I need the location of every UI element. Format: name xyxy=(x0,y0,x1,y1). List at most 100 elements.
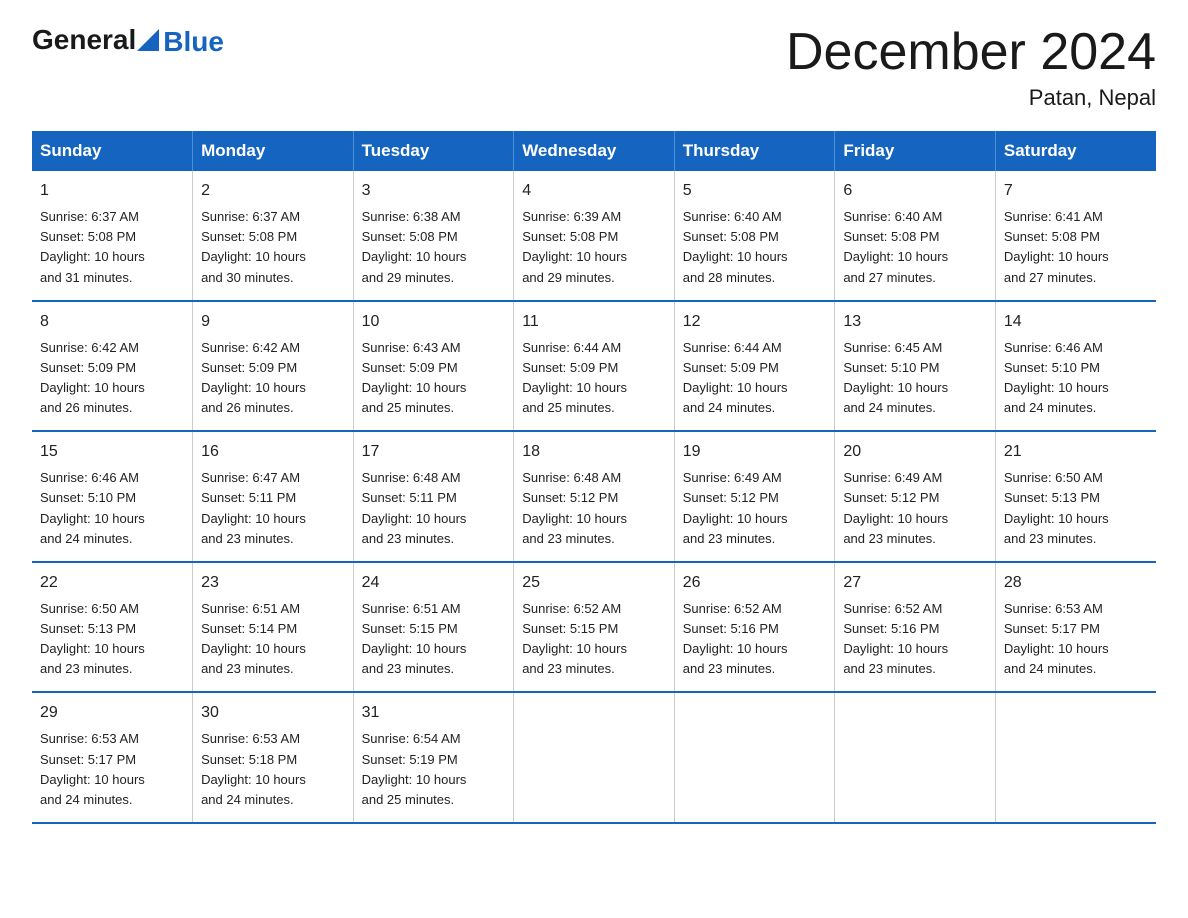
day-number: 7 xyxy=(1004,179,1148,203)
col-header-monday: Monday xyxy=(193,131,354,171)
calendar-cell xyxy=(514,692,675,823)
day-info: Sunrise: 6:44 AMSunset: 5:09 PMDaylight:… xyxy=(683,338,827,419)
col-header-friday: Friday xyxy=(835,131,996,171)
day-info: Sunrise: 6:52 AMSunset: 5:15 PMDaylight:… xyxy=(522,599,666,680)
calendar-cell: 28 Sunrise: 6:53 AMSunset: 5:17 PMDayligh… xyxy=(995,562,1156,693)
calendar-cell: 6 Sunrise: 6:40 AMSunset: 5:08 PMDaylight… xyxy=(835,171,996,301)
col-header-wednesday: Wednesday xyxy=(514,131,675,171)
day-number: 4 xyxy=(522,179,666,203)
calendar-header-row: SundayMondayTuesdayWednesdayThursdayFrid… xyxy=(32,131,1156,171)
calendar-cell: 5 Sunrise: 6:40 AMSunset: 5:08 PMDaylight… xyxy=(674,171,835,301)
day-number: 28 xyxy=(1004,571,1148,595)
calendar-cell: 16Sunrise: 6:47 AMSunset: 5:11 PMDayligh… xyxy=(193,431,354,562)
day-number: 8 xyxy=(40,310,184,334)
calendar-cell: 7 Sunrise: 6:41 AMSunset: 5:08 PMDaylight… xyxy=(995,171,1156,301)
calendar-cell: 18Sunrise: 6:48 AMSunset: 5:12 PMDayligh… xyxy=(514,431,675,562)
calendar-cell: 4Sunrise: 6:39 AMSunset: 5:08 PMDaylight… xyxy=(514,171,675,301)
calendar-cell: 15Sunrise: 6:46 AMSunset: 5:10 PMDayligh… xyxy=(32,431,193,562)
day-number: 23 xyxy=(201,571,345,595)
day-info: Sunrise: 6:51 AMSunset: 5:15 PMDaylight:… xyxy=(362,599,506,680)
day-number: 5 xyxy=(683,179,827,203)
day-number: 6 xyxy=(843,179,987,203)
day-info: Sunrise: 6:53 AMSunset: 5:18 PMDaylight:… xyxy=(201,729,345,810)
day-number: 24 xyxy=(362,571,506,595)
calendar-cell: 1 Sunrise: 6:37 AMSunset: 5:08 PMDaylight… xyxy=(32,171,193,301)
day-info: Sunrise: 6:42 AMSunset: 5:09 PMDaylight:… xyxy=(201,338,345,419)
day-info: Sunrise: 6:38 AMSunset: 5:08 PMDaylight:… xyxy=(362,207,506,288)
calendar-cell: 11 Sunrise: 6:44 AMSunset: 5:09 PMDayligh… xyxy=(514,301,675,432)
calendar-cell: 2 Sunrise: 6:37 AMSunset: 5:08 PMDaylight… xyxy=(193,171,354,301)
day-number: 14 xyxy=(1004,310,1148,334)
day-info: Sunrise: 6:49 AMSunset: 5:12 PMDaylight:… xyxy=(683,468,827,549)
day-number: 16 xyxy=(201,440,345,464)
calendar-cell: 8 Sunrise: 6:42 AMSunset: 5:09 PMDaylight… xyxy=(32,301,193,432)
calendar-cell: 27Sunrise: 6:52 AMSunset: 5:16 PMDayligh… xyxy=(835,562,996,693)
day-info: Sunrise: 6:48 AMSunset: 5:12 PMDaylight:… xyxy=(522,468,666,549)
day-number: 26 xyxy=(683,571,827,595)
day-info: Sunrise: 6:45 AMSunset: 5:10 PMDaylight:… xyxy=(843,338,987,419)
day-number: 22 xyxy=(40,571,184,595)
logo: General Blue xyxy=(32,24,224,56)
day-info: Sunrise: 6:53 AMSunset: 5:17 PMDaylight:… xyxy=(1004,599,1148,680)
calendar-cell: 25 Sunrise: 6:52 AMSunset: 5:15 PMDayligh… xyxy=(514,562,675,693)
calendar-week-row: 1 Sunrise: 6:37 AMSunset: 5:08 PMDaylight… xyxy=(32,171,1156,301)
day-number: 12 xyxy=(683,310,827,334)
calendar-cell xyxy=(995,692,1156,823)
title-block: December 2024 Patan, Nepal xyxy=(786,24,1156,111)
day-number: 20 xyxy=(843,440,987,464)
month-title: December 2024 xyxy=(786,24,1156,81)
day-number: 13 xyxy=(843,310,987,334)
day-info: Sunrise: 6:46 AMSunset: 5:10 PMDaylight:… xyxy=(40,468,184,549)
calendar-cell: 20 Sunrise: 6:49 AMSunset: 5:12 PMDayligh… xyxy=(835,431,996,562)
day-info: Sunrise: 6:52 AMSunset: 5:16 PMDaylight:… xyxy=(843,599,987,680)
logo-general-text: General xyxy=(32,24,136,56)
calendar-cell xyxy=(835,692,996,823)
day-info: Sunrise: 6:44 AMSunset: 5:09 PMDaylight:… xyxy=(522,338,666,419)
calendar-cell: 29 Sunrise: 6:53 AMSunset: 5:17 PMDayligh… xyxy=(32,692,193,823)
calendar-cell: 23 Sunrise: 6:51 AMSunset: 5:14 PMDayligh… xyxy=(193,562,354,693)
day-number: 1 xyxy=(40,179,184,203)
day-info: Sunrise: 6:40 AMSunset: 5:08 PMDaylight:… xyxy=(683,207,827,288)
calendar-cell: 12 Sunrise: 6:44 AMSunset: 5:09 PMDayligh… xyxy=(674,301,835,432)
page-header: General Blue December 2024 Patan, Nepal xyxy=(32,24,1156,111)
col-header-saturday: Saturday xyxy=(995,131,1156,171)
day-number: 11 xyxy=(522,310,666,334)
calendar-cell: 24 Sunrise: 6:51 AMSunset: 5:15 PMDayligh… xyxy=(353,562,514,693)
day-number: 9 xyxy=(201,310,345,334)
day-number: 29 xyxy=(40,701,184,725)
day-info: Sunrise: 6:46 AMSunset: 5:10 PMDaylight:… xyxy=(1004,338,1148,419)
calendar-cell: 22 Sunrise: 6:50 AMSunset: 5:13 PMDayligh… xyxy=(32,562,193,693)
day-info: Sunrise: 6:52 AMSunset: 5:16 PMDaylight:… xyxy=(683,599,827,680)
calendar-week-row: 8 Sunrise: 6:42 AMSunset: 5:09 PMDaylight… xyxy=(32,301,1156,432)
day-info: Sunrise: 6:41 AMSunset: 5:08 PMDaylight:… xyxy=(1004,207,1148,288)
calendar-cell: 3Sunrise: 6:38 AMSunset: 5:08 PMDaylight… xyxy=(353,171,514,301)
day-info: Sunrise: 6:49 AMSunset: 5:12 PMDaylight:… xyxy=(843,468,987,549)
location-label: Patan, Nepal xyxy=(786,85,1156,111)
day-number: 19 xyxy=(683,440,827,464)
calendar-cell: 13 Sunrise: 6:45 AMSunset: 5:10 PMDayligh… xyxy=(835,301,996,432)
calendar-cell: 17Sunrise: 6:48 AMSunset: 5:11 PMDayligh… xyxy=(353,431,514,562)
day-number: 30 xyxy=(201,701,345,725)
day-number: 21 xyxy=(1004,440,1148,464)
calendar-week-row: 22 Sunrise: 6:50 AMSunset: 5:13 PMDayligh… xyxy=(32,562,1156,693)
day-info: Sunrise: 6:53 AMSunset: 5:17 PMDaylight:… xyxy=(40,729,184,810)
calendar-cell: 30 Sunrise: 6:53 AMSunset: 5:18 PMDayligh… xyxy=(193,692,354,823)
day-info: Sunrise: 6:48 AMSunset: 5:11 PMDaylight:… xyxy=(362,468,506,549)
day-info: Sunrise: 6:42 AMSunset: 5:09 PMDaylight:… xyxy=(40,338,184,419)
day-info: Sunrise: 6:37 AMSunset: 5:08 PMDaylight:… xyxy=(40,207,184,288)
col-header-thursday: Thursday xyxy=(674,131,835,171)
logo-blue-text: Blue xyxy=(163,28,224,56)
day-info: Sunrise: 6:40 AMSunset: 5:08 PMDaylight:… xyxy=(843,207,987,288)
day-info: Sunrise: 6:43 AMSunset: 5:09 PMDaylight:… xyxy=(362,338,506,419)
day-number: 25 xyxy=(522,571,666,595)
day-number: 2 xyxy=(201,179,345,203)
calendar-table: SundayMondayTuesdayWednesdayThursdayFrid… xyxy=(32,131,1156,824)
day-info: Sunrise: 6:51 AMSunset: 5:14 PMDaylight:… xyxy=(201,599,345,680)
day-info: Sunrise: 6:50 AMSunset: 5:13 PMDaylight:… xyxy=(40,599,184,680)
calendar-cell: 14 Sunrise: 6:46 AMSunset: 5:10 PMDayligh… xyxy=(995,301,1156,432)
calendar-cell: 10 Sunrise: 6:43 AMSunset: 5:09 PMDayligh… xyxy=(353,301,514,432)
calendar-week-row: 15Sunrise: 6:46 AMSunset: 5:10 PMDayligh… xyxy=(32,431,1156,562)
day-info: Sunrise: 6:37 AMSunset: 5:08 PMDaylight:… xyxy=(201,207,345,288)
day-number: 10 xyxy=(362,310,506,334)
day-number: 31 xyxy=(362,701,506,725)
